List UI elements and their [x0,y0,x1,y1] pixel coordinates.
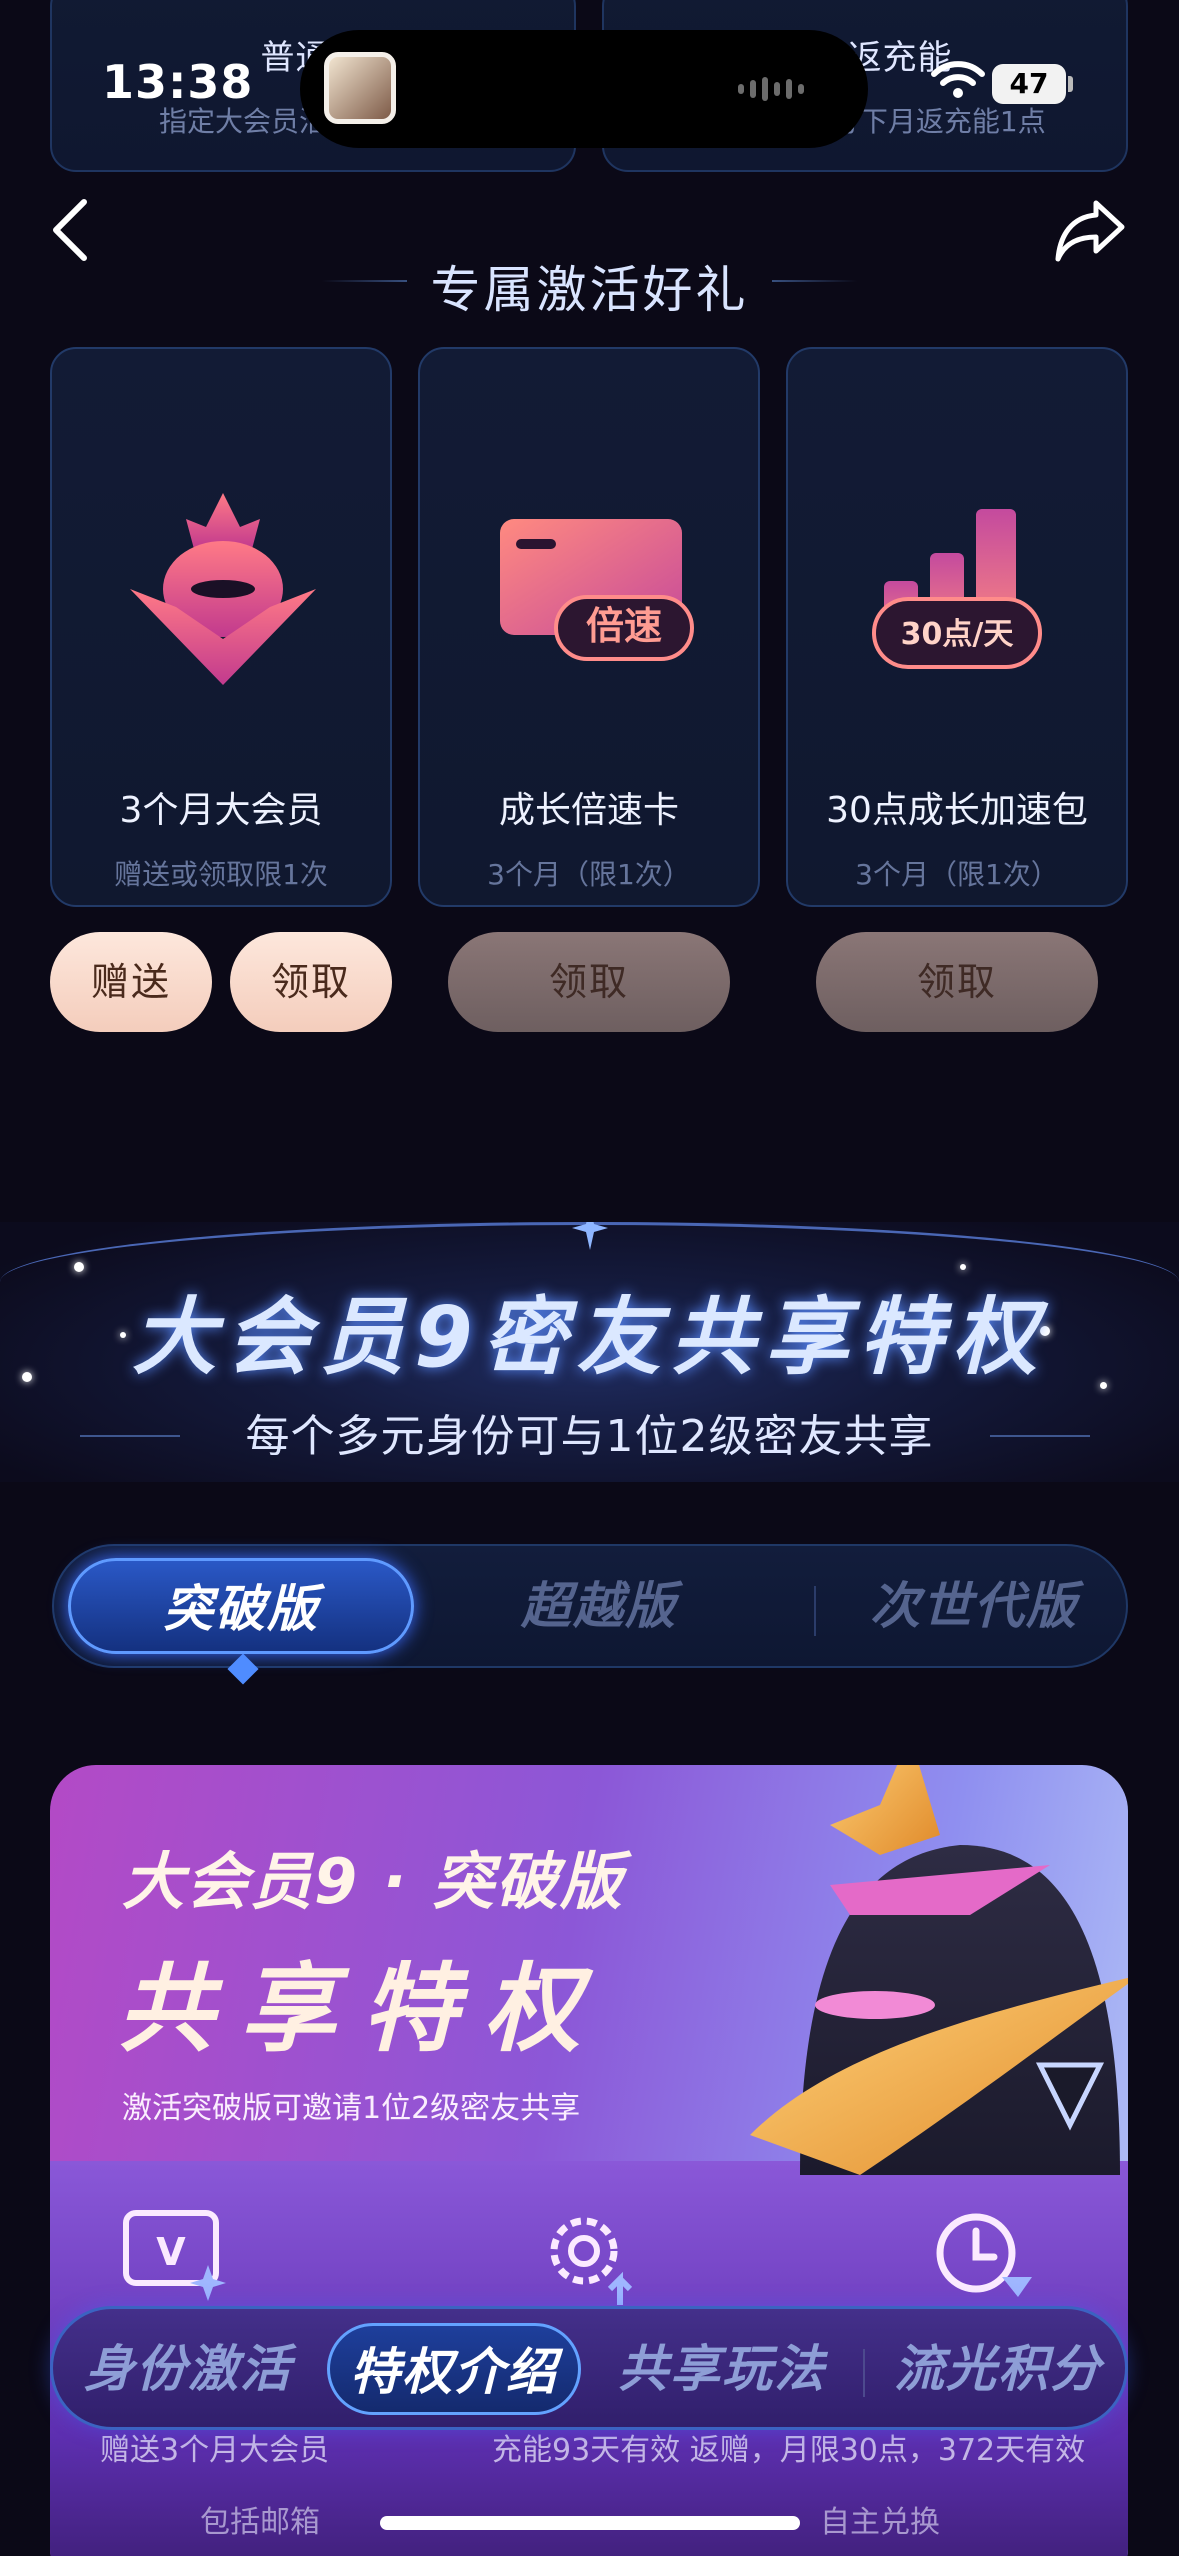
claim-growth-button[interactable]: 领取 [816,932,1098,1032]
share-privilege-banner: 大会员9密友共享特权 每个多元身份可与1位2级密友共享 [0,1222,1179,1482]
claim-speed-button[interactable]: 领取 [448,932,730,1032]
status-time: 13:38 [102,55,254,109]
feature-caption-left: 赠送3个月大会员 [100,2433,330,2468]
tab-transcend[interactable]: 超越版 [434,1558,764,1654]
feature-caption-left-2: 包括邮箱 [200,2505,320,2540]
svg-text:V: V [156,2230,186,2274]
gift-subtitle: 3个月（限1次） [487,858,691,891]
promo-card: 大会员9 · 突破版 共享特权 激活突破版可邀请1位2级密友共享 V 赠送3个月… [50,1765,1128,2556]
gift-subtitle: 赠送或领取限1次 [114,858,328,891]
gift-title: 成长倍速卡 [498,790,679,831]
growth-pack-icon: 30点/天 [872,509,1042,669]
gift-subtitle: 3个月（限1次） [855,858,1059,891]
mascot-illustration [750,1765,1128,2175]
now-playing-thumbnail [324,52,396,124]
sparkle-icon [572,1222,608,1250]
battery-cap [1068,76,1073,92]
tab-next-gen[interactable]: 次世代版 [824,1558,1124,1654]
speed-badge: 倍速 [586,604,662,648]
gift-title: 30点成长加速包 [826,790,1088,831]
banner-subtitle: 每个多元身份可与1位2级密友共享 [245,1411,934,1462]
audio-wave-icon [738,76,808,102]
tab-divider [814,1586,816,1636]
banner-title: 大会员9密友共享特权 [132,1288,1047,1386]
give-button[interactable]: 赠送 [50,932,212,1032]
feature-caption-right: 充能93天有效 返赠，月限30点，372天有效 [492,2433,1086,2468]
gift-card-speed: 倍速 成长倍速卡 3个月（限1次） [418,347,760,907]
mascot-icon [130,493,316,685]
version-tabs: 突破版 超越版 次世代版 [52,1544,1128,1668]
nav-share-play[interactable]: 共享玩法 [595,2323,849,2415]
nav-identity-activation[interactable]: 身份激活 [65,2323,311,2415]
speed-card-icon: 倍速 [500,519,694,661]
promo-title: 共享特权 [118,1953,606,2065]
title-divider-right [772,280,857,282]
dynamic-island[interactable] [300,30,868,148]
nav-privilege-intro[interactable]: 特权介绍 [327,2323,581,2415]
subtitle-line-right [990,1435,1090,1437]
section-title: 专属激活好礼 [430,261,749,319]
video-v-icon: V [123,2210,226,2301]
growth-badge: 30点/天 [901,617,1014,652]
home-indicator[interactable] [380,2516,800,2530]
bottom-section-nav: 身份激活 特权介绍 共享玩法 流光积分 [50,2306,1128,2430]
battery-indicator: 47 [992,64,1066,104]
gift-title: 3个月大会员 [119,790,323,831]
gear-up-icon [550,2217,633,2305]
wifi-icon [931,61,985,98]
claim-button[interactable]: 领取 [230,932,392,1032]
promo-description: 激活突破版可邀请1位2级密友共享 [122,2091,581,2126]
gift-card-membership: 3个月大会员 赠送或领取限1次 [50,347,392,907]
feature-caption-right-2: 自主兑换 [820,2505,940,2540]
gift-card-growth: 30点/天 30点成长加速包 3个月（限1次） [786,347,1128,907]
tab-breakthrough[interactable]: 突破版 [68,1558,414,1654]
nav-divider [863,2349,865,2397]
nav-glow-points[interactable]: 流光积分 [873,2323,1123,2415]
promo-heading: 大会员9 · 突破版 [122,1845,624,1918]
clock-down-icon [936,2213,1032,2297]
